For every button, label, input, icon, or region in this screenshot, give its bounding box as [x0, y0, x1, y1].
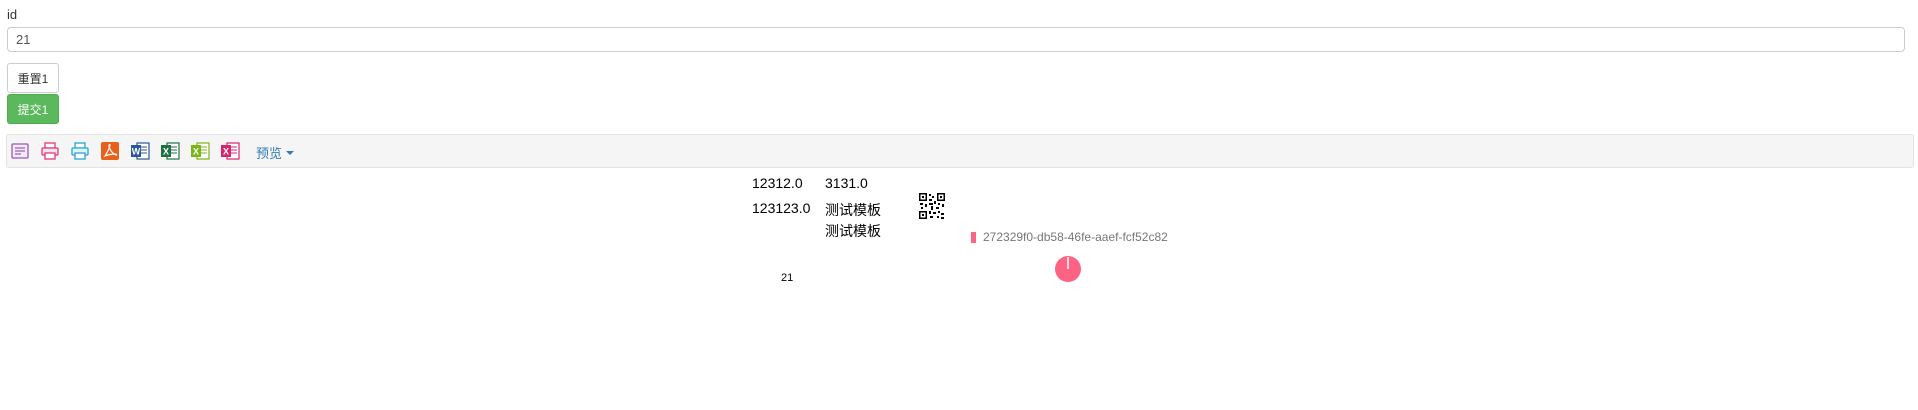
preview-dropdown[interactable]: 预览	[256, 143, 295, 162]
report-cell-r3c2: 测试模板	[825, 223, 881, 239]
report-cell-r1c1: 12312.0	[752, 175, 803, 191]
excel-icon[interactable]: X	[160, 141, 180, 161]
uuid-color-marker	[971, 232, 976, 243]
reset-button[interactable]: 重置1	[7, 63, 59, 93]
svg-text:W: W	[132, 147, 141, 157]
report-toolbar: W X X X 预览	[6, 134, 1914, 168]
preview-label: 预览	[256, 146, 283, 161]
print-preview-icon[interactable]	[70, 141, 90, 161]
pdf-icon[interactable]	[100, 141, 120, 161]
qr-code-icon	[919, 193, 945, 219]
report-cell-r2c1: 123123.0	[752, 200, 811, 216]
pie-chart	[1055, 256, 1081, 282]
svg-text:X: X	[193, 147, 199, 157]
id-input[interactable]	[7, 27, 1905, 52]
caret-down-icon	[286, 150, 295, 155]
svg-text:X: X	[223, 147, 229, 157]
excel-export-icon[interactable]: X	[220, 141, 240, 161]
uuid-text: 272329f0-db58-46fe-aaef-fcf52c82	[983, 230, 1168, 244]
word-icon[interactable]: W	[130, 141, 150, 161]
svg-text:X: X	[163, 147, 169, 157]
report-cell-r2c2: 测试模板	[825, 202, 881, 218]
design-icon[interactable]	[10, 141, 30, 161]
report-id-value: 21	[781, 272, 794, 284]
id-label: id	[7, 7, 18, 22]
print-icon[interactable]	[40, 141, 60, 161]
submit-button[interactable]: 提交1	[7, 94, 59, 124]
excel-alt-icon[interactable]: X	[190, 141, 210, 161]
report-cell-r1c2: 3131.0	[825, 175, 868, 191]
